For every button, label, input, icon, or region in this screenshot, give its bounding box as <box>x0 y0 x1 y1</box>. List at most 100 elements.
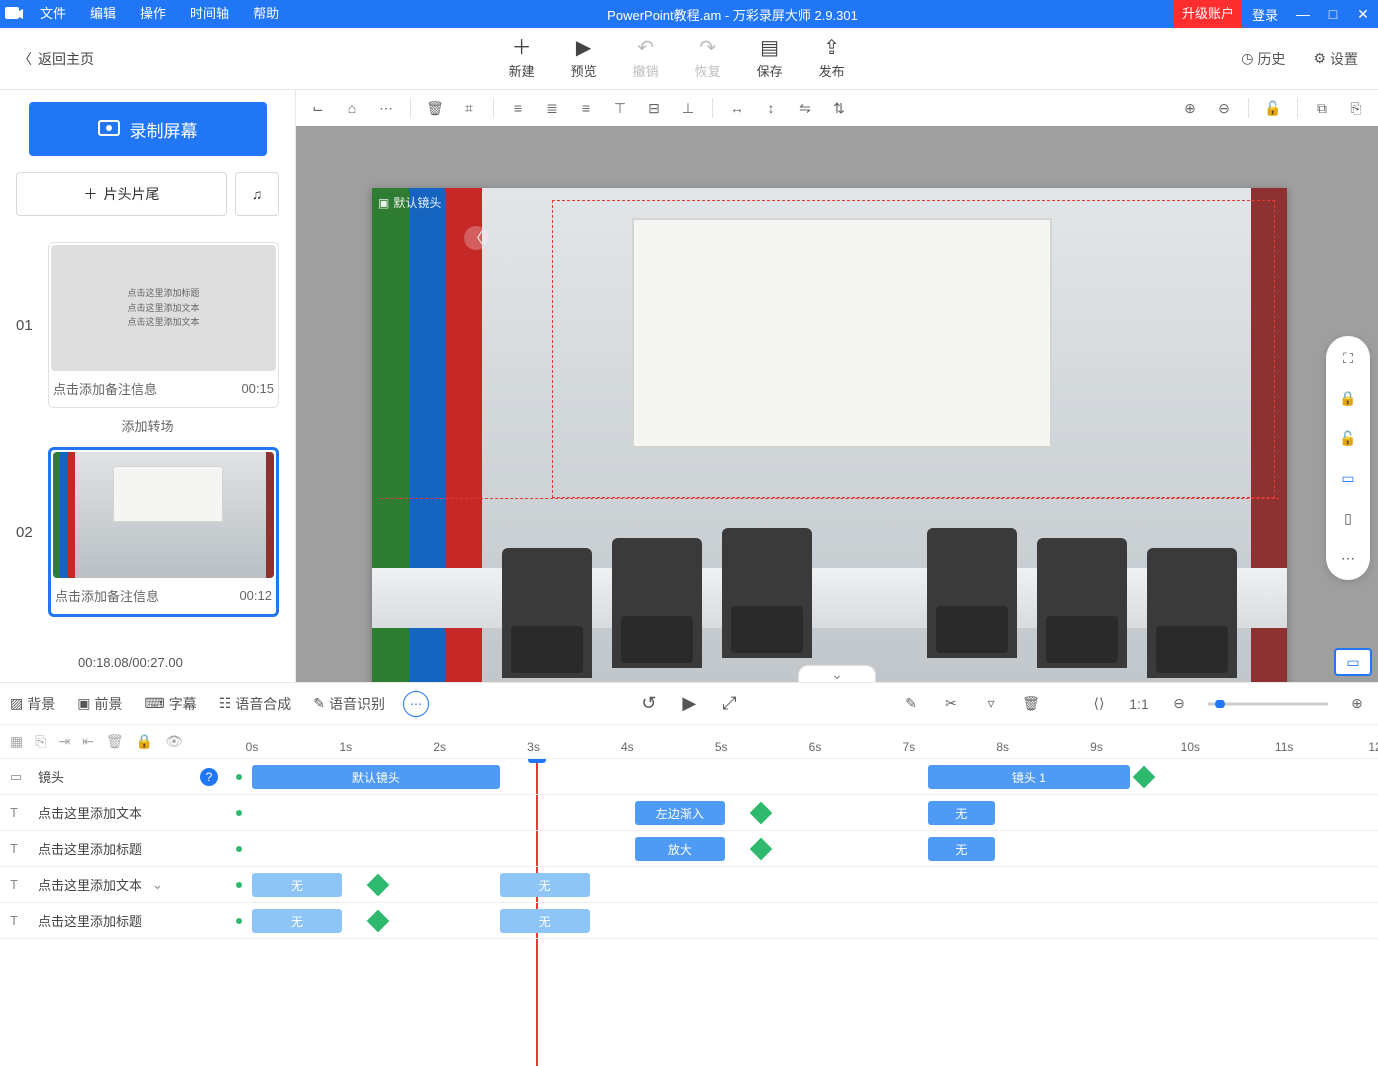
distribute-h-icon[interactable]: ↔ <box>723 94 751 122</box>
zoom-out-icon[interactable]: ⊖ <box>1210 94 1238 122</box>
music-button[interactable]: ♫ <box>235 172 279 216</box>
timeline-tab-4[interactable]: ✎语音识别 <box>313 694 385 714</box>
rewind-icon[interactable]: ↺ <box>641 693 656 714</box>
keyframe-diamond[interactable] <box>367 910 390 933</box>
menu-2[interactable]: 操作 <box>128 0 178 28</box>
export-icon[interactable]: ⇥ <box>58 733 70 750</box>
timeline-tab-2[interactable]: ⌨字幕 <box>144 694 196 714</box>
timeline-tab-1[interactable]: ▣前景 <box>77 694 122 714</box>
zoom-out2-icon[interactable]: ⊖ <box>1168 695 1190 712</box>
shape-icon[interactable]: ⌙ <box>304 94 332 122</box>
thumb-number: 02 <box>16 524 36 541</box>
settings-button[interactable]: ⚙ 设置 <box>1313 49 1358 69</box>
timeline-ruler[interactable]: 0s1s2s3s4s5s6s7s8s9s10s11s12s <box>252 725 1378 758</box>
titlebar: 文件编辑操作时间轴帮助 PowerPoint教程.am - 万彩录屏大师 2.9… <box>0 0 1378 28</box>
lock-icon[interactable]: 🔒 <box>1336 386 1360 410</box>
canvas-stage[interactable]: ▣ 默认镜头 〈 <box>372 188 1287 682</box>
edit-icon[interactable]: ✎ <box>900 695 922 712</box>
fit-icon[interactable]: 1:1 <box>1128 696 1150 712</box>
keyframe-diamond[interactable] <box>750 802 773 825</box>
unlock2-icon[interactable]: 🔓 <box>1336 426 1360 450</box>
menu-4[interactable]: 帮助 <box>241 0 291 28</box>
back-home-button[interactable]: 〈 返回主页 <box>0 49 112 69</box>
menu-0[interactable]: 文件 <box>28 0 78 28</box>
align-top-icon[interactable]: ⊤ <box>606 94 634 122</box>
panel-drag-handle[interactable]: ⌄ <box>798 665 876 682</box>
action-发布[interactable]: ⇪发布 <box>819 37 845 80</box>
thumb-01[interactable]: 01点击这里添加标题点击这里添加文本点击这里添加文本点击添加备注信息00:15 <box>16 242 279 408</box>
keyframe-diamond[interactable] <box>750 838 773 861</box>
flip-v-icon[interactable]: ⇅ <box>825 94 853 122</box>
head-tail-button[interactable]: ＋ 片头片尾 <box>16 172 227 216</box>
clip[interactable]: 左边渐入 <box>635 801 725 825</box>
home-icon[interactable]: ⌂ <box>338 94 366 122</box>
action-新建[interactable]: ＋新建 <box>509 37 535 80</box>
phone-icon[interactable]: ▯ <box>1336 506 1360 530</box>
clip[interactable]: 镜头 1 <box>928 765 1131 789</box>
menu-3[interactable]: 时间轴 <box>178 0 241 28</box>
clip[interactable]: 无 <box>928 801 996 825</box>
align-center-icon[interactable]: ≣ <box>538 94 566 122</box>
clip[interactable]: 无 <box>500 909 590 933</box>
canvas-viewport[interactable]: ▣ 默认镜头 〈 ⛶ 🔒 🔓 ▭ ▯ ⋯ ▭ ⌄ <box>296 126 1378 682</box>
zoom-in-icon[interactable]: ⊕ <box>1176 94 1204 122</box>
align-left-icon[interactable]: ≡ <box>504 94 532 122</box>
action-保存[interactable]: ▤保存 <box>757 37 783 80</box>
unlock-icon[interactable]: 🔓 <box>1259 94 1287 122</box>
crop-icon[interactable]: ⌗ <box>455 94 483 122</box>
record-screen-button[interactable]: 录制屏幕 <box>29 102 267 156</box>
paste-icon[interactable]: ⎘ <box>1342 94 1370 122</box>
minimap-button[interactable]: ▭ <box>1334 648 1372 676</box>
zoom-slider[interactable] <box>1208 700 1328 708</box>
zoom-in2-icon[interactable]: ⊕ <box>1346 695 1368 712</box>
chevron-down-icon[interactable]: ⌄ <box>152 877 163 893</box>
timeline-more-button[interactable]: ⋯ <box>403 691 429 717</box>
history-button[interactable]: ◷ 历史 <box>1241 49 1285 69</box>
minimize-button[interactable]: — <box>1288 0 1318 28</box>
clip[interactable]: 无 <box>252 909 342 933</box>
upgrade-button[interactable]: 升级账户 <box>1174 0 1242 28</box>
maximize-button[interactable]: □ <box>1318 0 1348 28</box>
import-icon[interactable]: ⇤ <box>82 733 94 750</box>
add-transition-button[interactable]: 添加转场 <box>16 408 279 447</box>
lock3-icon[interactable]: 🔒 <box>136 733 153 750</box>
keyframe-diamond[interactable] <box>367 874 390 897</box>
collapse-lens-button[interactable]: 〈 <box>464 226 488 250</box>
align-bottom-icon[interactable]: ⊥ <box>674 94 702 122</box>
clip[interactable]: 放大 <box>635 837 725 861</box>
keyframe-diamond[interactable] <box>1133 766 1156 789</box>
help-icon[interactable]: ? <box>200 768 218 786</box>
fullscreen-icon[interactable]: ⛶ <box>1336 346 1360 370</box>
folder-icon[interactable]: ⎘ <box>35 733 46 750</box>
flip-h-icon[interactable]: ⇋ <box>791 94 819 122</box>
grid-icon[interactable]: ▦ <box>10 733 23 750</box>
bracket-icon[interactable]: ⟨⟩ <box>1088 695 1110 712</box>
align-right-icon[interactable]: ≡ <box>572 94 600 122</box>
monitor-icon[interactable]: ▭ <box>1336 466 1360 490</box>
keyframe-dot <box>236 882 242 888</box>
more-icon[interactable]: ⋯ <box>372 94 400 122</box>
action-预览[interactable]: ▶预览 <box>571 37 597 80</box>
more2-icon[interactable]: ⋯ <box>1336 546 1360 570</box>
clip[interactable]: 默认镜头 <box>252 765 500 789</box>
align-middle-icon[interactable]: ⊟ <box>640 94 668 122</box>
trash3-icon[interactable]: 🗑 <box>106 733 124 750</box>
clip[interactable]: 无 <box>500 873 590 897</box>
copy-icon[interactable]: ⧉ <box>1308 94 1336 122</box>
trash2-icon[interactable]: 🗑 <box>1020 695 1042 712</box>
clip[interactable]: 无 <box>252 873 342 897</box>
clip[interactable]: 无 <box>928 837 996 861</box>
timeline-tab-0[interactable]: ▨背景 <box>10 694 55 714</box>
menu-1[interactable]: 编辑 <box>78 0 128 28</box>
login-button[interactable]: 登录 <box>1242 5 1288 24</box>
expand-icon[interactable]: ⤢ <box>722 693 736 714</box>
thumb-02[interactable]: 02点击添加备注信息00:12 <box>16 447 279 617</box>
close-button[interactable]: ✕ <box>1348 0 1378 28</box>
timeline-tab-3[interactable]: ☷语音合成 <box>219 694 292 714</box>
play-icon[interactable]: ▶ <box>682 693 696 714</box>
eye-icon[interactable]: 👁 <box>165 733 183 750</box>
cut-icon[interactable]: ✂ <box>940 695 962 712</box>
distribute-v-icon[interactable]: ↕ <box>757 94 785 122</box>
filter-icon[interactable]: ▿ <box>980 695 1002 712</box>
trash-icon[interactable]: 🗑 <box>421 94 449 122</box>
